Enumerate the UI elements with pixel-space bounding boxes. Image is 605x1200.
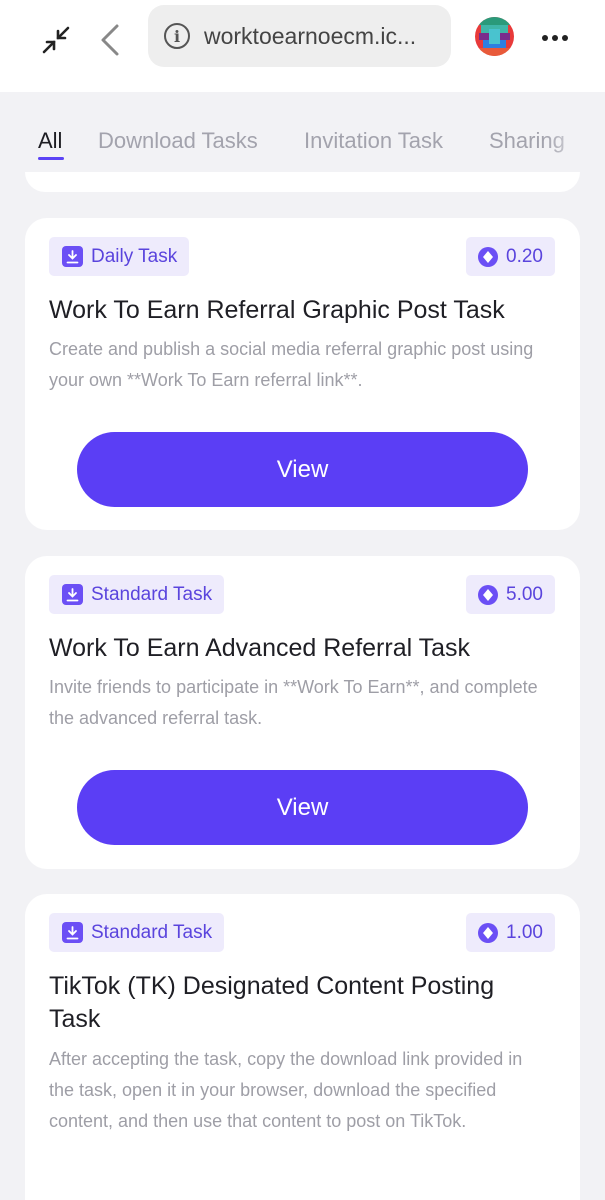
- task-type-badge: Standard Task: [49, 575, 225, 614]
- task-type-badge: Daily Task: [49, 237, 190, 276]
- task-description: Invite friends to participate in **Work …: [49, 677, 538, 728]
- download-icon: [62, 922, 83, 943]
- reward-badge: 0.20: [466, 237, 555, 276]
- gem-icon: [478, 922, 499, 943]
- view-button[interactable]: View: [77, 432, 528, 507]
- reward-badge: 5.00: [466, 575, 555, 614]
- reward-value: 5.00: [506, 583, 543, 605]
- tab-all[interactable]: All: [38, 128, 62, 154]
- browser-toolbar: i worktoearnoecm.ic...: [0, 0, 605, 92]
- download-icon: [62, 246, 83, 267]
- gem-icon: [478, 246, 499, 267]
- reward-value: 0.20: [506, 245, 543, 267]
- url-text: worktoearnoecm.ic...: [204, 22, 417, 49]
- task-card: Standard Task 5.00 Work To Earn Advanced…: [25, 556, 580, 869]
- download-icon: [62, 584, 83, 605]
- tabs-fade: [545, 92, 605, 172]
- task-card: Daily Task 0.20 Work To Earn Referral Gr…: [25, 218, 580, 530]
- gem-icon: [478, 584, 499, 605]
- address-bar[interactable]: i worktoearnoecm.ic...: [148, 5, 451, 67]
- reward-badge: 1.00: [466, 913, 555, 952]
- minimize-icon[interactable]: [36, 20, 76, 60]
- task-category-tabs: All Download Tasks Invitation Task Shari…: [0, 92, 605, 172]
- task-title: Work To Earn Advanced Referral Task: [49, 634, 471, 662]
- task-title: TikTok (TK) Designated Content Posting T…: [49, 972, 495, 1033]
- task-type-label: Daily Task: [91, 245, 178, 267]
- task-description: Create and publish a social media referr…: [49, 339, 534, 390]
- avatar[interactable]: [475, 17, 514, 56]
- task-type-badge: Standard Task: [49, 913, 225, 952]
- task-title: Work To Earn Referral Graphic Post Task: [49, 296, 505, 324]
- task-card: Standard Task 1.00 TikTok (TK) Designate…: [25, 894, 580, 1200]
- info-icon[interactable]: i: [164, 23, 190, 49]
- tab-invitation-task[interactable]: Invitation Task: [304, 128, 443, 154]
- more-icon[interactable]: [530, 18, 580, 58]
- view-button[interactable]: View: [77, 770, 528, 845]
- task-type-label: Standard Task: [91, 921, 213, 943]
- tab-download-tasks[interactable]: Download Tasks: [98, 128, 258, 154]
- task-type-label: Standard Task: [91, 583, 213, 605]
- task-description: After accepting the task, copy the downl…: [49, 1049, 523, 1131]
- previous-task-card: [25, 172, 580, 192]
- back-icon[interactable]: [90, 18, 130, 62]
- active-tab-indicator: [38, 157, 64, 160]
- reward-value: 1.00: [506, 921, 543, 943]
